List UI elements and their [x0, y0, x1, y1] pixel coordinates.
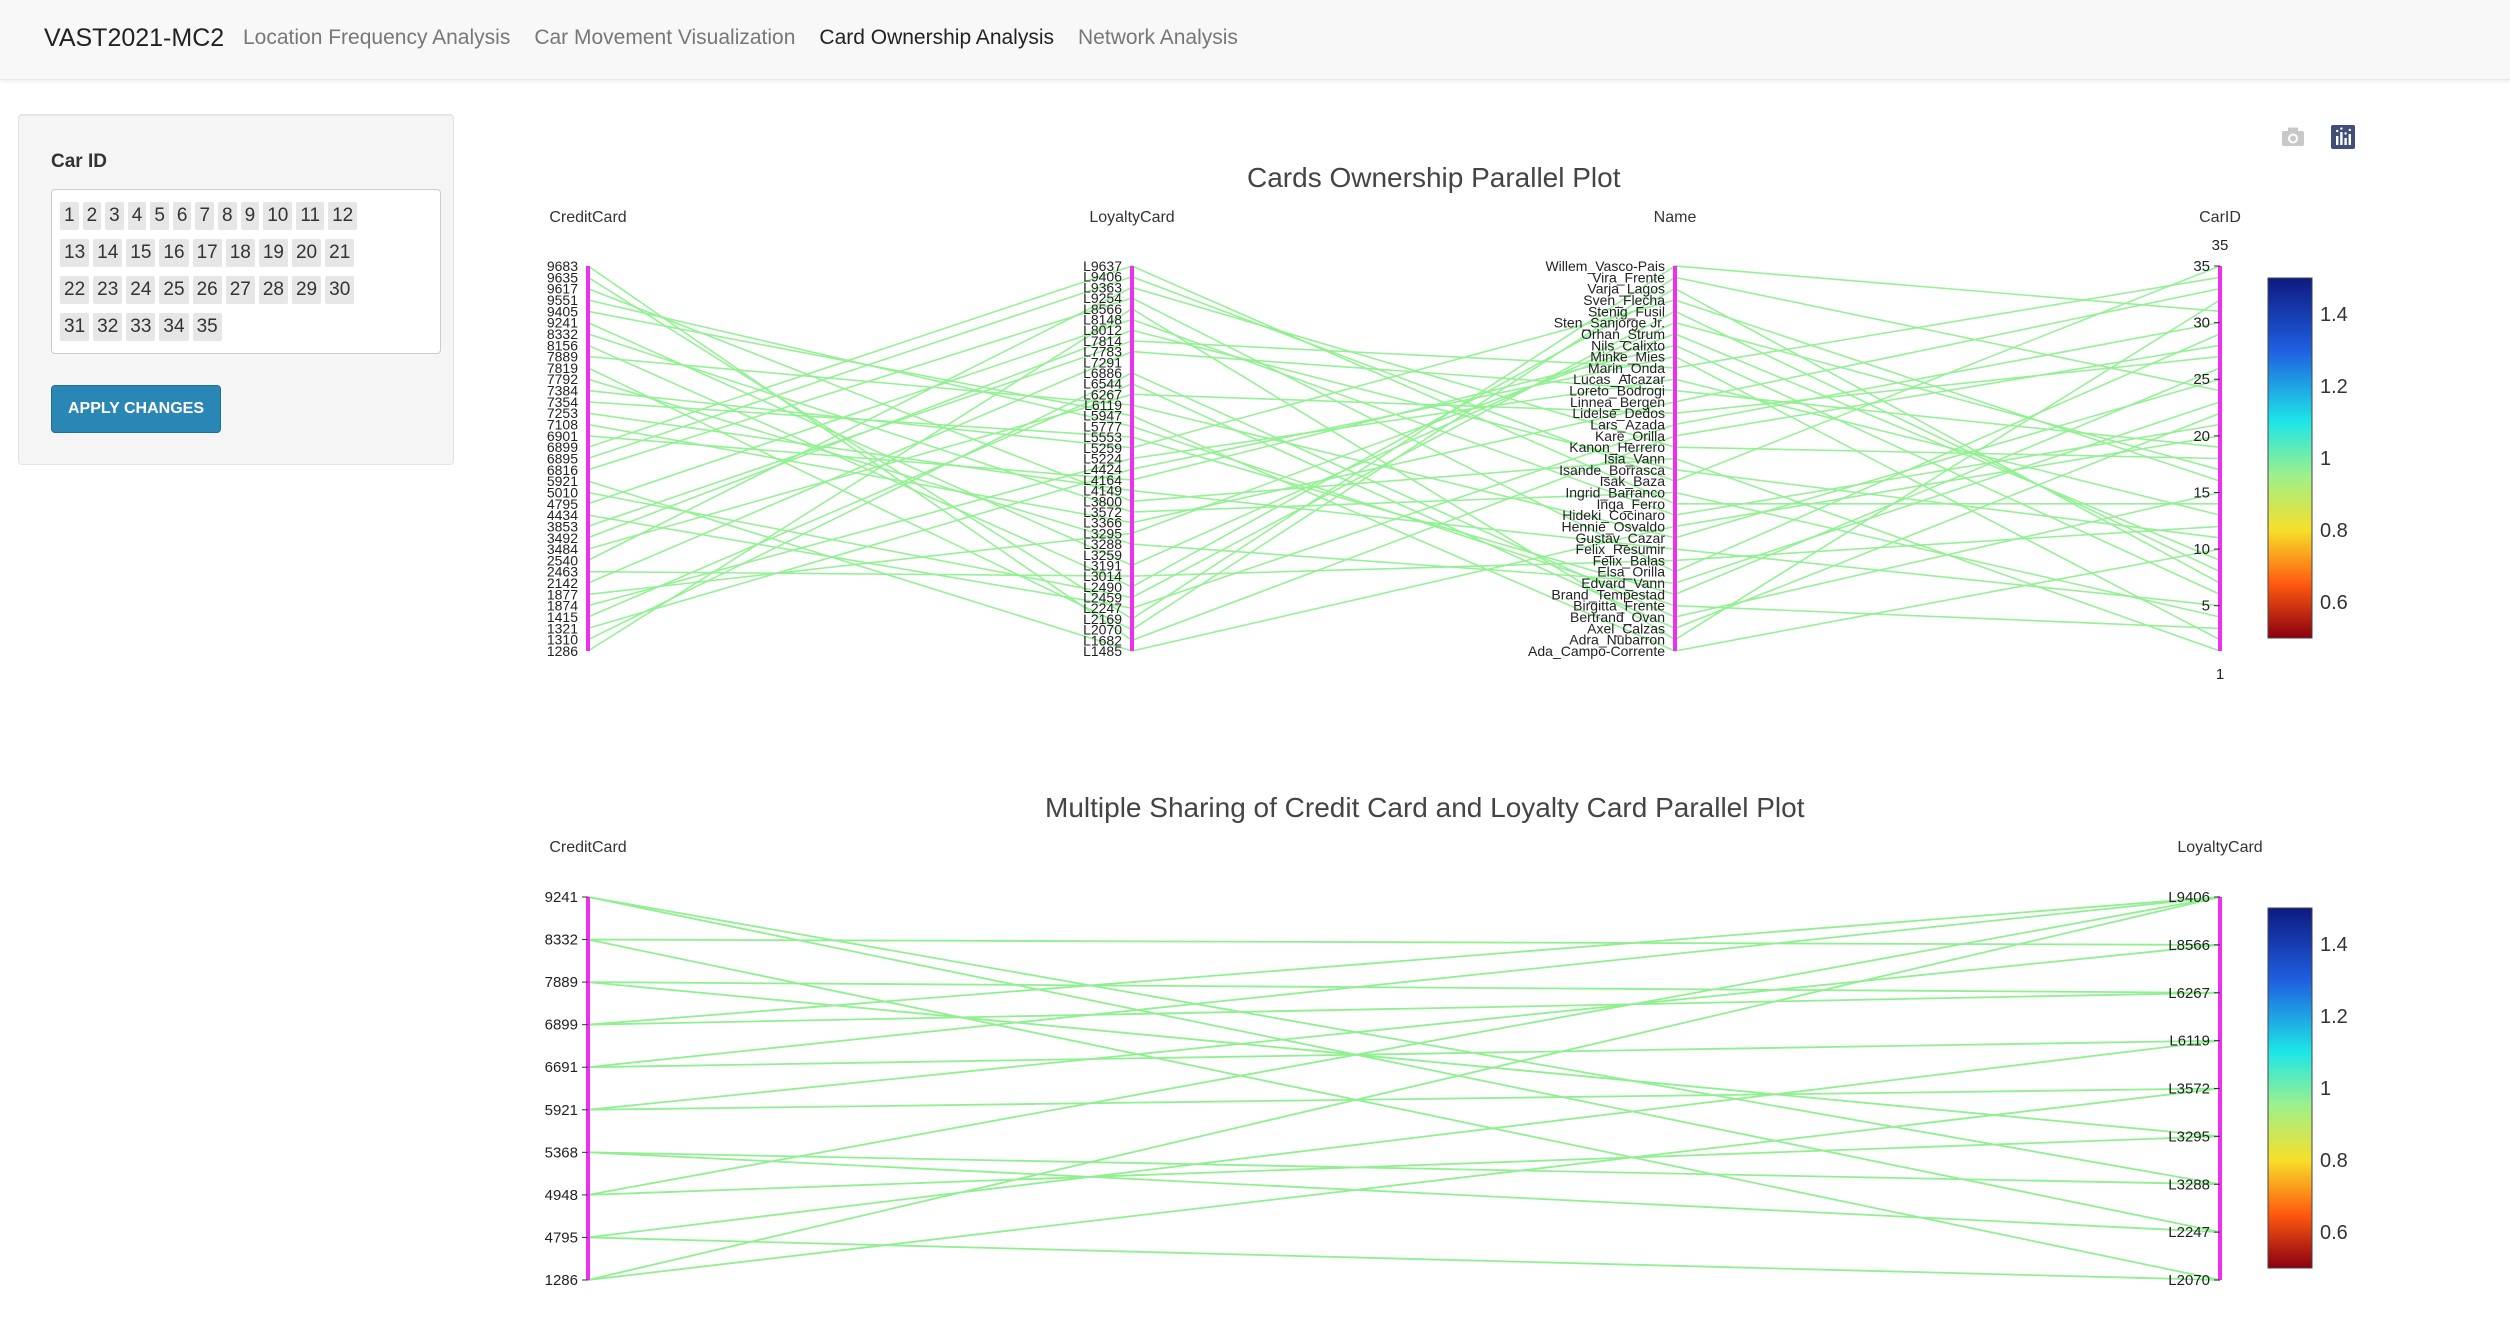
axis-tick-label: L9406: [2168, 889, 2210, 906]
axis-tick-label: L2070: [2168, 1272, 2210, 1289]
ownership-parallel-plot[interactable]: CreditCard968396359617955194059241833281…: [0, 0, 2510, 1322]
axis-title: CreditCard: [549, 209, 626, 226]
colorbar-tick-label: 1.2: [2320, 1006, 2348, 1028]
axis-tick-label: 1286: [547, 643, 578, 659]
axis-tick-label: 6899: [545, 1017, 578, 1034]
colorbar-tick-label: 1.4: [2320, 934, 2348, 956]
data-line: [587, 991, 2221, 1026]
axis-tick-label: 4795: [545, 1229, 578, 1246]
axis-tick-label: 8332: [545, 932, 578, 949]
data-line: [587, 1087, 2221, 1111]
axis-tick-label: 20: [2193, 428, 2210, 445]
axis-tick-label: 30: [2193, 315, 2210, 332]
colorbar-tick-label: 0.8: [2320, 520, 2348, 542]
colorbar-tick-label: 1: [2320, 448, 2331, 470]
data-line: [587, 1151, 2221, 1186]
data-line: [587, 1236, 2221, 1281]
data-line: [587, 896, 2221, 1069]
data-line: [587, 299, 2221, 652]
colorbar: [2267, 907, 2313, 1269]
data-line: [587, 1087, 2221, 1281]
axis-tick-label: 10: [2193, 541, 2210, 558]
axis-title: Name: [1654, 209, 1697, 226]
axis-tick-label: 25: [2193, 371, 2210, 388]
axis-tick-label: 35: [2193, 258, 2210, 275]
axis-tick-label: 5368: [545, 1144, 578, 1161]
data-line: [587, 299, 2221, 630]
axis-tick-label: 7889: [545, 974, 578, 991]
data-line: [587, 1039, 2221, 1069]
data-line: [587, 896, 2221, 1234]
colorbar-tick-label: 1.4: [2320, 304, 2348, 326]
axis-tick-label: 15: [2193, 484, 2210, 501]
axis-tick-label: 1286: [545, 1272, 578, 1289]
data-line: [587, 287, 2221, 524]
axis-tick-label: 9241: [545, 889, 578, 906]
colorbar-tick-label: 0.6: [2320, 592, 2348, 614]
axis-tick-label: 5: [2202, 598, 2210, 615]
data-line: [587, 1135, 2221, 1196]
axis-tick-label: L2247: [2168, 1224, 2210, 1241]
axis-title: LoyaltyCard: [2177, 839, 2262, 856]
colorbar-tick-label: 0.6: [2320, 1222, 2348, 1244]
axis-tick-label: L6267: [2168, 985, 2210, 1002]
axis-tick-label: L3288: [2168, 1176, 2210, 1193]
colorbar: [2267, 277, 2313, 639]
axis-tick-label: L3295: [2168, 1128, 2210, 1145]
colorbar-tick-label: 1: [2320, 1078, 2331, 1100]
axis-range-label: 1: [2216, 666, 2224, 683]
axis-tick-label: Ada_Campo-Corrente: [1528, 643, 1665, 659]
data-line: [587, 378, 2221, 584]
data-line: [587, 276, 2221, 528]
axis-title: CreditCard: [549, 839, 626, 856]
data-line: [587, 1039, 2221, 1239]
data-line: [587, 1151, 2221, 1234]
axis-title: CarID: [2199, 209, 2241, 226]
axis-tick-label: 5921: [545, 1102, 578, 1119]
data-line: [587, 896, 2221, 1026]
axis-tick-label: 6691: [545, 1059, 578, 1076]
axis-tick-label: L8566: [2168, 937, 2210, 954]
axis-title: LoyaltyCard: [1089, 209, 1174, 226]
data-line: [587, 943, 2221, 1111]
axis-tick-label: L3572: [2168, 1081, 2210, 1098]
colorbar-tick-label: 0.8: [2320, 1150, 2348, 1172]
axis-range-label: 35: [2212, 237, 2229, 254]
axis-tick-label: 4948: [545, 1187, 578, 1204]
data-line: [587, 896, 2221, 1281]
axis-tick-label: L1485: [1083, 643, 1122, 659]
axis-tick-label: L6119: [2169, 1033, 2210, 1050]
colorbar-tick-label: 1.2: [2320, 376, 2348, 398]
